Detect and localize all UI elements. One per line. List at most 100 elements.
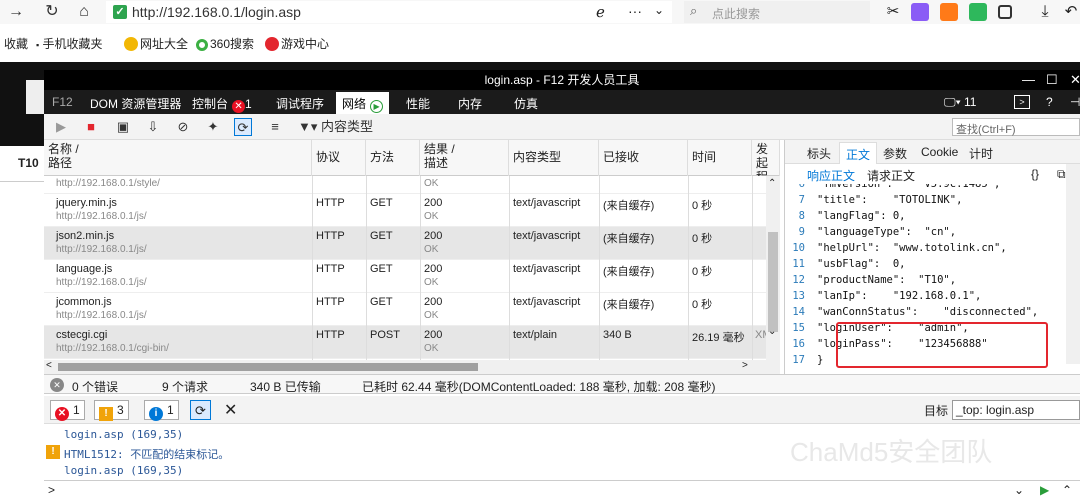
- console-error-filter[interactable]: ✕ 1: [50, 400, 85, 421]
- target-select[interactable]: _top: login.asp: [952, 400, 1080, 420]
- home-icon[interactable]: ⌂: [74, 2, 94, 22]
- format-icon[interactable]: {}: [1031, 167, 1039, 181]
- tab-performance[interactable]: 性能: [406, 95, 430, 112]
- detail-scrollbar[interactable]: [1066, 164, 1080, 364]
- clear-cache-icon[interactable]: ✦: [204, 118, 222, 136]
- tab-memory[interactable]: 内存: [458, 95, 482, 112]
- tab-cookie[interactable]: Cookie: [921, 145, 958, 159]
- console-info-filter[interactable]: i1: [144, 400, 179, 421]
- close-icon[interactable]: ✕: [1070, 72, 1080, 88]
- clear-entries-icon[interactable]: ⊘: [174, 118, 192, 136]
- bookmark-mobile[interactable]: ▪ 手机收藏夹: [36, 35, 103, 52]
- tab-dom[interactable]: DOM 资源管理器: [90, 95, 181, 112]
- col-time[interactable]: 时间: [688, 140, 752, 176]
- col-protocol[interactable]: 协议: [312, 140, 366, 176]
- col-received[interactable]: 已接收: [599, 140, 688, 176]
- stop-icon[interactable]: ■: [82, 118, 100, 136]
- clear-on-navigate-icon[interactable]: ≡: [266, 118, 284, 136]
- search-box[interactable]: ⌕ 点此搜索: [684, 1, 870, 23]
- find-input[interactable]: 查找(Ctrl+F): [952, 118, 1080, 136]
- table-row[interactable]: language.js http://192.168.0.1/js/HTTP GET…: [44, 260, 766, 293]
- tab-body[interactable]: 正文: [839, 142, 878, 164]
- row-content-type: text/javascript: [513, 230, 581, 242]
- grid-header: 名称 /路径 协议 方法 结果 /描述 内容类型 已接收 时间 发起程类型: [44, 140, 780, 176]
- play-icon[interactable]: ▶: [52, 118, 70, 136]
- chevron-down-icon[interactable]: ⌄: [654, 3, 664, 17]
- subtab-request-body[interactable]: 请求正文: [867, 167, 915, 184]
- grid-vertical-scrollbar[interactable]: ⌃ ⌄: [766, 176, 780, 360]
- ie-mode-icon[interactable]: ℯ: [596, 3, 605, 21]
- tab-params[interactable]: 参数: [883, 145, 907, 162]
- tab-f12[interactable]: F12: [52, 95, 73, 109]
- console-message[interactable]: login.asp (169,35): [64, 464, 183, 477]
- collapse-icon[interactable]: ⌄: [1014, 483, 1024, 497]
- game-icon[interactable]: [940, 3, 958, 21]
- col-content-type[interactable]: 内容类型: [509, 140, 599, 176]
- more-icon[interactable]: ···: [628, 3, 642, 19]
- clear-console-icon[interactable]: ✕: [224, 400, 237, 420]
- chevron-down-icon[interactable]: ⌄: [768, 326, 776, 337]
- subtab-response-body[interactable]: 响应正文: [807, 167, 855, 184]
- col-initiator[interactable]: 发起程类型: [752, 140, 780, 176]
- table-row[interactable]: jquery.min.js http://192.168.0.1/js/HTTP G…: [44, 194, 766, 227]
- divider: [509, 176, 510, 364]
- chevron-right-icon[interactable]: >: [742, 360, 748, 371]
- download-icon[interactable]: ⤓: [1036, 3, 1054, 21]
- grid-horizontal-scrollbar[interactable]: < >: [44, 360, 780, 374]
- table-row[interactable]: json2.min.js http://192.168.0.1/js/HTTP GE…: [44, 227, 766, 260]
- scroll-thumb[interactable]: [768, 232, 778, 332]
- col-method[interactable]: 方法: [366, 140, 420, 176]
- row-result: 200: [424, 296, 443, 308]
- minimize-icon[interactable]: —: [1022, 72, 1035, 87]
- save-icon[interactable]: ▣: [114, 118, 132, 136]
- console-input[interactable]: > ⌄ ▶ ⌃: [44, 480, 1080, 500]
- row-protocol: HTTP: [316, 230, 345, 242]
- chevron-up-icon[interactable]: ⌃: [768, 178, 776, 189]
- tab-console[interactable]: 控制台 ✕ 1: [192, 95, 252, 113]
- chevron-left-icon[interactable]: <: [46, 360, 52, 371]
- table-row[interactable]: cstecgi.cgi http://192.168.0.1/cgi-bin/HT…: [44, 326, 772, 359]
- filter-dropdown[interactable]: ▼▾ 内容类型: [298, 118, 373, 136]
- window-icon[interactable]: [998, 5, 1012, 19]
- console-clear-on-nav[interactable]: ⟳: [190, 400, 211, 420]
- tab-timing[interactable]: 计时: [969, 145, 993, 162]
- divider: [366, 176, 367, 364]
- extension-icon[interactable]: [969, 3, 987, 21]
- bookmark-favorites[interactable]: 收藏: [4, 35, 28, 52]
- import-icon[interactable]: ⇩: [144, 118, 162, 136]
- forward-icon[interactable]: →: [6, 2, 26, 22]
- url-text[interactable]: http://192.168.0.1/login.asp: [132, 4, 301, 20]
- maximize-icon[interactable]: ☐: [1046, 72, 1058, 88]
- line-number: 8: [798, 210, 805, 222]
- address-bar[interactable]: ✓ http://192.168.0.1/login.asp ℯ ··· ⌄: [106, 1, 672, 23]
- help-icon[interactable]: ?: [1046, 95, 1053, 109]
- table-row-partial[interactable]: http://192.168.0.1/style/ OK: [44, 176, 766, 194]
- screen-count[interactable]: 🖵▾ 11: [944, 95, 976, 110]
- tab-network[interactable]: 网络 ▶: [336, 92, 390, 114]
- console-warning-filter[interactable]: ! 3: [94, 400, 129, 421]
- console-message[interactable]: login.asp (169,35): [64, 428, 183, 441]
- console-error-count: 1: [73, 403, 80, 417]
- scroll-thumb[interactable]: [58, 363, 478, 371]
- expand-icon[interactable]: ⌃: [1062, 483, 1072, 497]
- highlight-box: [836, 322, 1048, 368]
- tab-headers[interactable]: 标头: [807, 145, 831, 162]
- col-result[interactable]: 结果 / 描述: [420, 140, 509, 176]
- line-number: 13: [792, 290, 805, 302]
- scissors-icon[interactable]: ✂: [884, 3, 902, 21]
- refresh-icon[interactable]: ↻: [42, 2, 62, 22]
- pin-icon[interactable]: ⊣: [1070, 95, 1080, 109]
- bookmark-sites[interactable]: 网址大全: [124, 35, 188, 52]
- app-icon[interactable]: [911, 3, 929, 21]
- tab-emulation[interactable]: 仿真: [514, 95, 538, 112]
- always-refresh-icon[interactable]: ⟳: [234, 118, 252, 136]
- run-icon[interactable]: ▶: [1040, 483, 1049, 497]
- col-name[interactable]: 名称 / 路径: [44, 140, 312, 176]
- undo-icon[interactable]: ↶: [1062, 3, 1080, 21]
- bookmark-360[interactable]: 360搜索: [196, 35, 254, 52]
- tab-debugger[interactable]: 调试程序: [276, 95, 324, 112]
- dock-icon[interactable]: >: [1014, 95, 1030, 109]
- bookmark-games[interactable]: 游戏中心: [265, 35, 329, 52]
- table-row[interactable]: jcommon.js http://192.168.0.1/js/HTTP GET 2…: [44, 293, 766, 326]
- copy-icon[interactable]: ⧉: [1057, 167, 1066, 182]
